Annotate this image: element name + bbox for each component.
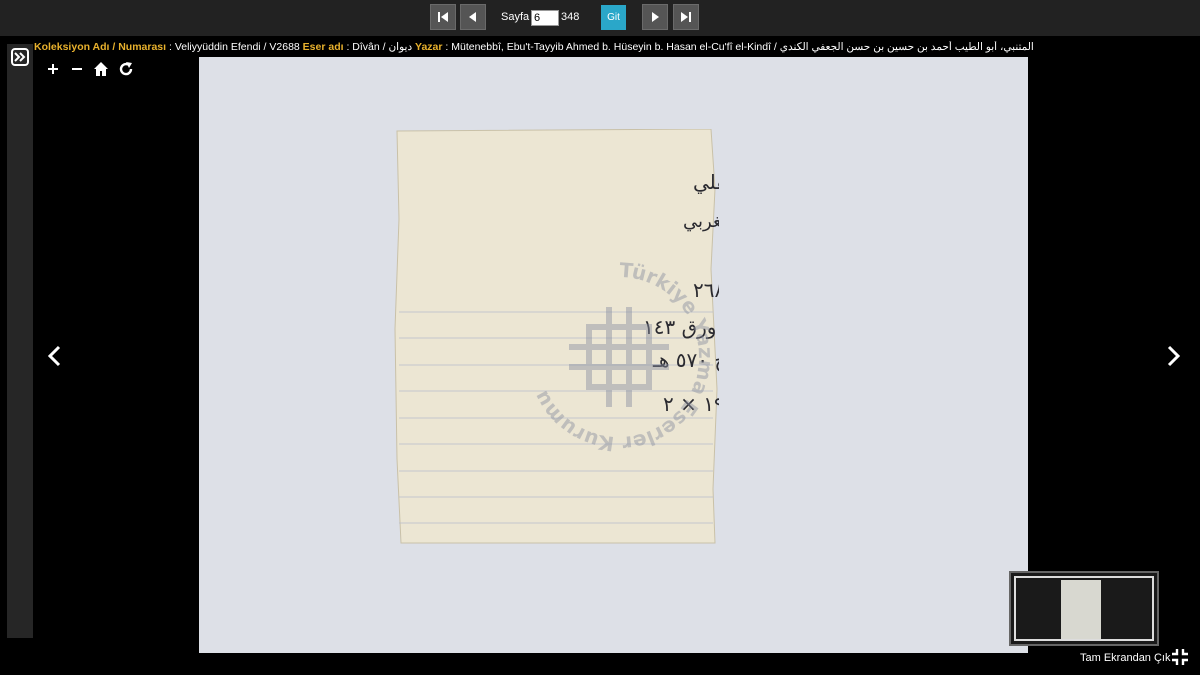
navigator-viewport[interactable] [1014, 576, 1154, 641]
manuscript-line-2: المغربي [683, 211, 719, 232]
next-page-button[interactable] [642, 4, 668, 30]
prev-image-button[interactable] [44, 344, 66, 368]
first-page-button[interactable] [430, 4, 456, 30]
page-total: 348 [561, 11, 580, 23]
next-image-button[interactable] [1162, 344, 1184, 368]
next-page-icon [652, 12, 659, 22]
author-label: Yazar [415, 41, 443, 53]
exit-fullscreen-label[interactable]: Tam Ekrandan Çık [1080, 652, 1170, 664]
home-button[interactable] [92, 60, 110, 78]
expand-panel-icon [14, 52, 26, 62]
first-page-icon [438, 12, 448, 22]
side-panel [7, 44, 33, 638]
record-info: Koleksiyon Adı / Numarası : Veliyyüddin … [34, 41, 1194, 53]
svg-text:Türkiye Yazma Eserler Kurumu: Türkiye Yazma Eserler Kurumu [529, 258, 719, 456]
next-arrow-icon [1167, 345, 1181, 367]
expand-panel-button[interactable] [11, 48, 29, 66]
collection-value: : Veliyyüddin Efendi / V2688 [166, 41, 303, 53]
go-button[interactable]: Git [601, 5, 626, 30]
page-label: Sayfa [501, 11, 530, 23]
prev-page-button[interactable] [460, 4, 486, 30]
last-page-icon [681, 12, 691, 22]
manuscript-line-1: شرح ديوان المتنبي للإمام عبد الله الصقلي [693, 170, 719, 195]
exit-fullscreen-icon[interactable] [1171, 648, 1189, 666]
prev-arrow-icon [47, 345, 61, 367]
zoom-in-icon [48, 64, 58, 74]
home-icon [94, 62, 108, 76]
prev-page-icon [469, 12, 476, 22]
zoom-out-button[interactable] [68, 60, 86, 78]
work-value: : Dîvân / ديوان [343, 41, 416, 53]
image-viewer[interactable]: شرح ديوان المتنبي للإمام عبد الله الصقلي… [199, 57, 1028, 653]
collection-label: Koleksiyon Adı / Numarası [34, 41, 167, 53]
top-toolbar: Sayfa 348 Git [0, 0, 1200, 36]
work-label: Eser adı [302, 41, 344, 53]
navigator-thumbnail[interactable] [1009, 571, 1159, 646]
watermark-text: Türkiye Yazma Eserler Kurumu [529, 258, 719, 456]
zoom-in-button[interactable] [44, 60, 62, 78]
rotate-button[interactable] [117, 60, 135, 78]
rotate-icon [119, 62, 133, 76]
last-page-button[interactable] [673, 4, 699, 30]
author-value: : Mütenebbî, Ebu't-Tayyib Ahmed b. Hüsey… [442, 41, 1034, 53]
zoom-out-icon [72, 68, 82, 70]
watermark-seal: Türkiye Yazma Eserler Kurumu [529, 258, 719, 456]
page-number-input[interactable] [531, 10, 559, 26]
